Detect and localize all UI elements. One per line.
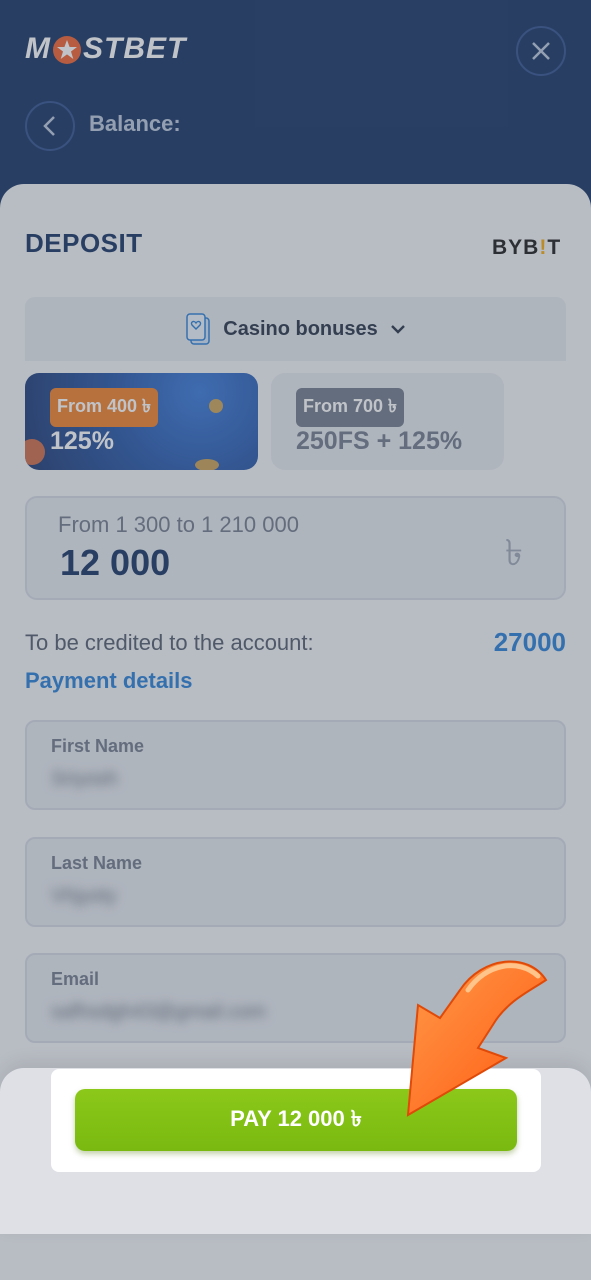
pointer-arrow-icon	[406, 960, 548, 1117]
